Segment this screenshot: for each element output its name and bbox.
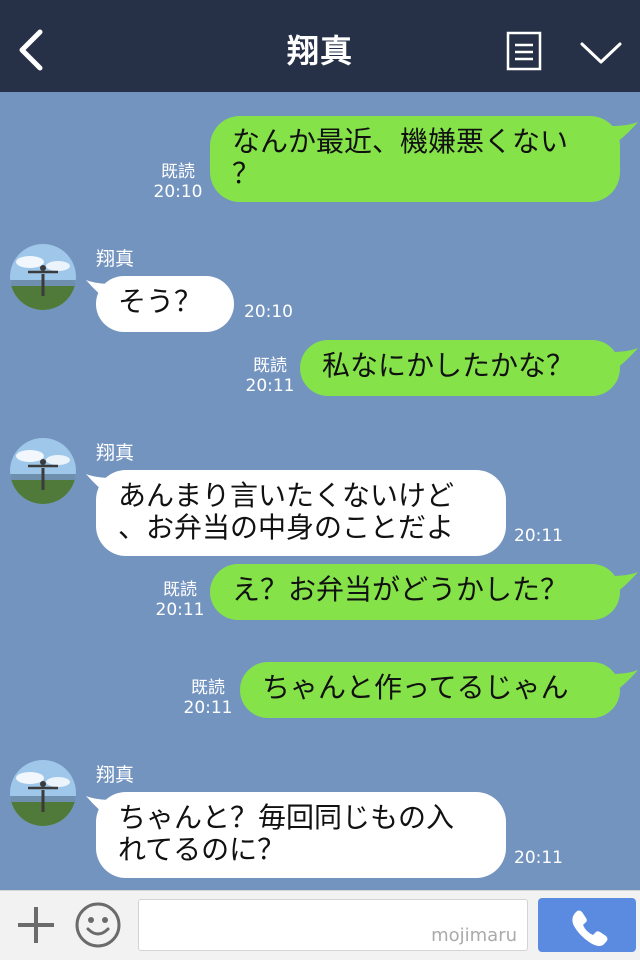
- message-time: 20:10: [244, 302, 293, 322]
- chevron-down-icon: [580, 42, 622, 64]
- chat-header: 翔真: [0, 0, 640, 92]
- landscape-photo-icon: [10, 760, 76, 826]
- plus-icon: [18, 907, 54, 943]
- emoji-button[interactable]: [74, 901, 122, 949]
- smiley-icon: [75, 902, 121, 948]
- watermark: mojimaru: [431, 925, 517, 946]
- landscape-photo-icon: [10, 244, 76, 310]
- message-input[interactable]: mojimaru: [138, 899, 528, 951]
- landscape-photo-icon: [10, 438, 76, 504]
- read-receipt: 既読: [191, 678, 225, 698]
- phone-icon: [572, 910, 608, 946]
- sender-name: 翔真: [96, 442, 135, 464]
- message-bubble-sent[interactable]: なんか最近、機嫌悪くない ？: [210, 116, 620, 202]
- call-button[interactable]: [538, 898, 636, 952]
- message-bubble-sent[interactable]: ちゃんと作ってるじゃん: [240, 662, 620, 718]
- sender-name: 翔真: [96, 764, 135, 786]
- avatar[interactable]: [10, 760, 76, 826]
- message-meta: 既読 20:11: [244, 356, 296, 396]
- message-time: 20:10: [153, 182, 203, 202]
- message-meta: 既読 20:10: [152, 162, 204, 202]
- message-bubble-received[interactable]: あんまり言いたくないけど 、お弁当の中身のことだよ: [96, 470, 506, 556]
- message-time: 20:11: [514, 848, 563, 868]
- message-bubble-sent[interactable]: 私なにかしたかな？: [300, 340, 620, 396]
- read-receipt: 既読: [253, 356, 287, 376]
- document-menu-icon: [506, 31, 542, 71]
- message-list[interactable]: 既読 20:10 なんか最近、機嫌悪くない ？ 翔真 そう？ 20:10 既読 …: [0, 92, 640, 890]
- input-bar: mojimaru: [0, 890, 640, 960]
- message-bubble-received[interactable]: そう？: [96, 276, 234, 332]
- message-meta: 既読 20:11: [182, 678, 234, 718]
- read-receipt: 既読: [163, 580, 197, 600]
- message-time: 20:11: [514, 526, 563, 546]
- message-time: 20:11: [155, 600, 205, 620]
- chat-title: 翔真: [286, 32, 353, 70]
- message-meta: 既読 20:11: [154, 580, 206, 620]
- message-bubble-sent[interactable]: え？お弁当がどうかした？: [210, 564, 620, 620]
- avatar[interactable]: [10, 438, 76, 504]
- message-time: 20:11: [183, 698, 233, 718]
- avatar[interactable]: [10, 244, 76, 310]
- sender-name: 翔真: [96, 248, 135, 270]
- collapse-button[interactable]: [578, 38, 624, 68]
- read-receipt: 既読: [161, 162, 195, 182]
- menu-button[interactable]: [506, 31, 542, 71]
- message-time: 20:11: [245, 376, 295, 396]
- add-button[interactable]: [14, 903, 58, 947]
- message-bubble-received[interactable]: ちゃんと？毎回同じもの入 れてるのに？: [96, 792, 506, 878]
